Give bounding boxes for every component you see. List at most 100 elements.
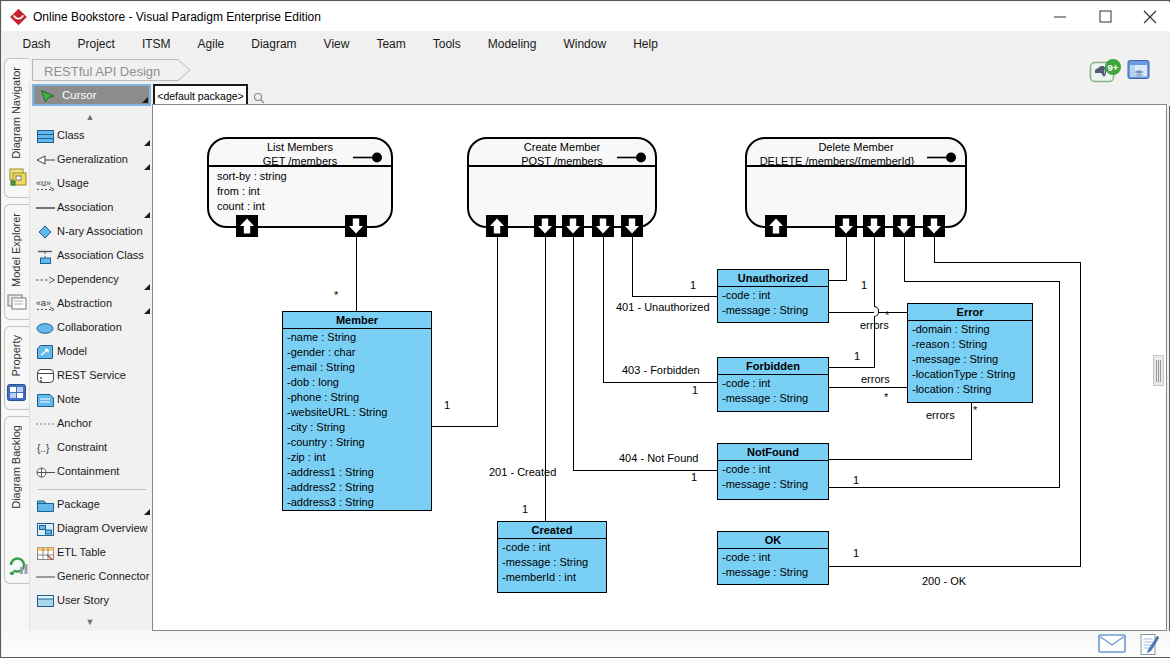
connector-delete-member-to-notfound[interactable] [904, 237, 905, 282]
connector-create-member-to-member[interactable] [432, 426, 498, 427]
port-up-create-member[interactable] [486, 215, 508, 237]
connector-list-members-to-member[interactable] [356, 237, 357, 313]
side-tab-diagram-navigator[interactable]: Diagram Navigator [4, 58, 29, 198]
package-tab[interactable]: <default package> [153, 84, 248, 105]
class-created[interactable]: Created-code : int-message : String-memb… [497, 521, 607, 593]
menu-item-help[interactable]: Help [620, 34, 672, 54]
connector-notfound-to-error[interactable] [971, 403, 972, 460]
class-forbidden[interactable]: Forbidden-code : int-message : String [717, 357, 829, 412]
class-attribute: -domain : String [908, 322, 1032, 337]
menu-item-dash[interactable]: Dash [9, 34, 64, 54]
connector-notfound-to-error[interactable] [829, 459, 972, 460]
port-down-delete-member[interactable] [863, 215, 885, 237]
teamwork-notification-icon[interactable]: 9+ [1089, 58, 1123, 87]
port-up-list-members[interactable] [236, 215, 258, 237]
class-notfound[interactable]: NotFound-code : int-message : String [717, 443, 829, 500]
connector-delete-member-to-notfound[interactable] [829, 487, 1060, 488]
palette-item-association-class[interactable]: Association Class [31, 245, 151, 267]
port-down-create-member[interactable] [534, 215, 556, 237]
palette-item-collaboration[interactable]: Collaboration [31, 317, 151, 339]
connector-create-member-to-unauthorized[interactable] [632, 296, 718, 297]
palette-item-containment[interactable]: Containment [31, 461, 151, 483]
palette-item-constraint[interactable]: {..}Constraint [31, 437, 151, 459]
side-tab-property[interactable]: Property [4, 326, 29, 410]
connector-delete-member-to-notfound[interactable] [1059, 281, 1060, 488]
close-button[interactable] [1130, 2, 1170, 31]
palette-item-abstraction[interactable]: «a»Abstraction [31, 293, 151, 315]
palette-item-package[interactable]: Package [31, 494, 151, 516]
palette-item-usage[interactable]: «u»Usage [31, 173, 151, 195]
menu-item-modeling[interactable]: Modeling [474, 34, 550, 54]
connector-forbidden-to-error[interactable] [829, 387, 908, 388]
connector-create-member-to-forbidden[interactable] [603, 237, 604, 383]
mail-icon[interactable] [1098, 633, 1126, 658]
palette-item-diagram-overview[interactable]: Diagram Overview [31, 518, 151, 540]
class-ok[interactable]: OK-code : int-message : String [717, 531, 829, 585]
report-icon[interactable] [1138, 633, 1160, 658]
connector-create-member-to-unauthorized[interactable] [632, 237, 633, 297]
class-attribute: -reason : String [908, 337, 1032, 352]
association-class-icon [35, 248, 55, 264]
port-down-delete-member[interactable] [835, 215, 857, 237]
port-down-create-member[interactable] [592, 215, 614, 237]
palette-item-cursor[interactable]: Cursor [32, 84, 151, 106]
diagram-canvas[interactable]: List MembersGET /memberssort-by : string… [152, 104, 1167, 631]
menu-item-tools[interactable]: Tools [419, 34, 474, 54]
palette-item-etl-table[interactable]: ETL Table [31, 542, 151, 564]
port-up-delete-member[interactable] [765, 215, 787, 237]
port-down-list-members[interactable] [345, 215, 367, 237]
palette-item-association[interactable]: Association [31, 197, 151, 219]
menu-item-agile[interactable]: Agile [184, 34, 238, 54]
palette-item-class[interactable]: Class [31, 125, 151, 147]
connector-delete-member-to-forbidden[interactable] [829, 367, 875, 368]
palette-item-n-ary-association[interactable]: N-ary Association [31, 221, 151, 243]
connector-delete-member-to-ok[interactable] [934, 237, 935, 263]
menu-item-itsm[interactable]: ITSM [128, 34, 184, 54]
connector-create-member-to-created[interactable] [545, 237, 546, 523]
port-down-create-member[interactable] [621, 215, 643, 237]
class-member[interactable]: Member-name : String-gender : char-email… [282, 311, 432, 511]
connector-delete-member-to-unauthorized[interactable] [846, 237, 847, 281]
port-down-delete-member[interactable] [923, 215, 945, 237]
connector-create-member-to-member[interactable] [497, 237, 498, 427]
palette-item-dependency[interactable]: Dependency [31, 269, 151, 291]
palette-item-generalization[interactable]: Generalization [31, 149, 151, 171]
side-tab-model-explorer[interactable]: Model Explorer [4, 204, 29, 320]
layout-panes-icon[interactable] [1127, 59, 1151, 85]
connector-delete-member-to-ok[interactable] [934, 262, 1081, 263]
port-down-delete-member[interactable] [893, 215, 915, 237]
connector-label: * [973, 404, 977, 416]
palette-item-model[interactable]: Model [31, 341, 151, 363]
connector-delete-member-to-ok[interactable] [1080, 262, 1081, 567]
connector-delete-member-to-unauthorized[interactable] [829, 280, 847, 281]
palette-item-rest-service[interactable]: REST Service [31, 365, 151, 387]
splitter-grip[interactable] [1153, 355, 1164, 386]
svg-text:{..}: {..} [37, 443, 50, 454]
side-tab-diagram-backlog[interactable]: Diagram Backlog [4, 416, 29, 584]
provided-interface-icon [617, 152, 647, 163]
palette-item-note[interactable]: Note [31, 389, 151, 411]
palette-item-generic-connector[interactable]: Generic Connector [31, 566, 151, 588]
menu-item-project[interactable]: Project [64, 34, 128, 54]
minimize-button[interactable] [1040, 2, 1080, 31]
port-down-create-member[interactable] [562, 215, 584, 237]
connector-unauthorized-to-error[interactable] [829, 312, 908, 313]
maximize-button[interactable] [1085, 2, 1125, 31]
menu-item-team[interactable]: Team [363, 34, 419, 54]
menu-item-window[interactable]: Window [550, 34, 620, 54]
menu-item-diagram[interactable]: Diagram [238, 34, 310, 54]
menu-item-view[interactable]: View [310, 34, 363, 54]
palette-item-user-story[interactable]: User Story [31, 590, 151, 612]
palette-item-cursor-label: Cursor [62, 89, 97, 101]
class-error[interactable]: Error-domain : String-reason : String-me… [907, 303, 1033, 403]
palette-scroll-down[interactable]: ▼ [80, 617, 100, 627]
breadcrumb[interactable]: RESTful API Design [32, 59, 194, 86]
connector-create-member-to-forbidden[interactable] [603, 382, 718, 383]
connector-delete-member-to-forbidden[interactable] [874, 237, 875, 368]
connector-delete-member-to-ok[interactable] [829, 566, 1081, 567]
connector-create-member-to-notfound[interactable] [573, 237, 574, 471]
class-unauthorized[interactable]: Unauthorized-code : int-message : String [717, 269, 829, 323]
palette-item-anchor[interactable]: Anchor [31, 413, 151, 435]
palette-scroll-up[interactable]: ▲ [80, 112, 100, 122]
connector-delete-member-to-notfound[interactable] [904, 281, 1060, 282]
